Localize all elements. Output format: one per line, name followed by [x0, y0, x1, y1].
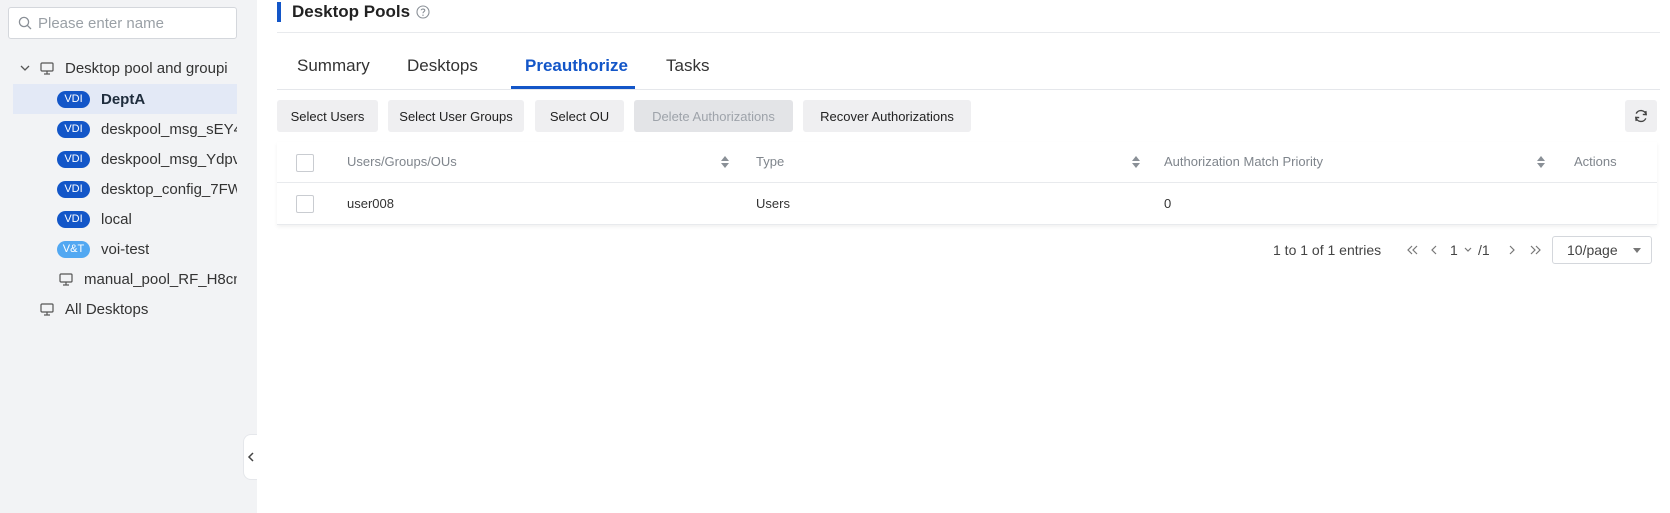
- chevron-down-icon[interactable]: [19, 62, 31, 74]
- total-pages: /1: [1478, 242, 1490, 258]
- sort-icon[interactable]: [720, 154, 730, 170]
- tab-desktops[interactable]: Desktops: [407, 48, 478, 90]
- title-accent-bar: [277, 2, 281, 22]
- sidebar-collapse-toggle[interactable]: [243, 434, 257, 480]
- tree-item-label: local: [101, 210, 132, 228]
- page-title: Desktop Pools: [292, 2, 411, 21]
- tab-tasks[interactable]: Tasks: [666, 48, 709, 90]
- page-size-value: 10/page: [1567, 242, 1618, 258]
- refresh-icon: [1635, 109, 1647, 123]
- monitor-icon: [59, 272, 73, 286]
- tree-item-deskpool-msg-ydpv[interactable]: VDI deskpool_msg_Ydpv: [13, 144, 237, 174]
- row-checkbox[interactable]: [296, 195, 314, 213]
- last-page-icon[interactable]: [1529, 243, 1543, 257]
- tree-item-all-desktops[interactable]: All Desktops: [13, 294, 237, 324]
- recover-authorizations-button[interactable]: Recover Authorizations: [803, 100, 971, 132]
- first-page-icon[interactable]: [1405, 243, 1419, 257]
- next-page-icon[interactable]: [1507, 243, 1517, 257]
- tree-item-depta[interactable]: VDI DeptA: [13, 84, 237, 114]
- search-input[interactable]: [38, 14, 228, 32]
- search-box[interactable]: [8, 7, 237, 39]
- column-header-type[interactable]: Type: [756, 154, 784, 169]
- column-header-users-groups-ous[interactable]: Users/Groups/OUs: [347, 154, 457, 169]
- tree-item-voi-test[interactable]: V&T voi-test: [13, 234, 237, 264]
- sidebar: Desktop pool and groupi VDI DeptA VDI de…: [0, 0, 257, 513]
- divider: [277, 32, 1660, 33]
- select-users-button[interactable]: Select Users: [277, 100, 378, 132]
- tree-root-label: Desktop pool and groupi: [65, 59, 228, 77]
- vdi-badge: VDI: [57, 180, 90, 198]
- tab-summary[interactable]: Summary: [297, 48, 370, 90]
- help-icon[interactable]: [416, 5, 430, 19]
- tree-item-desktop-config-7fw[interactable]: VDI desktop_config_7FW: [13, 174, 237, 204]
- vdi-badge: VDI: [57, 120, 90, 138]
- page-size-select[interactable]: 10/page: [1552, 236, 1652, 264]
- tree-root-desktop-pool-and-groups[interactable]: Desktop pool and groupi: [13, 53, 237, 83]
- tree-item-label: deskpool_msg_sEY4: [101, 120, 237, 138]
- page-title-bar: Desktop Pools: [277, 2, 430, 22]
- sort-icon[interactable]: [1536, 154, 1546, 170]
- cell-priority: 0: [1164, 196, 1172, 211]
- tree-item-label: manual_pool_RF_H8cn: [84, 270, 237, 288]
- chevron-left-icon: [247, 452, 254, 462]
- tree-item-manual-pool[interactable]: manual_pool_RF_H8cn: [13, 264, 237, 294]
- column-header-actions: Actions: [1574, 154, 1617, 169]
- prev-page-icon[interactable]: [1429, 243, 1439, 257]
- tree-item-label: voi-test: [101, 240, 150, 258]
- vt-badge: V&T: [57, 240, 90, 258]
- select-user-groups-button[interactable]: Select User Groups: [388, 100, 524, 132]
- tab-bar: Summary Desktops Preauthorize Tasks: [277, 48, 1660, 90]
- refresh-button[interactable]: [1625, 100, 1657, 132]
- tree-item-local[interactable]: VDI local: [13, 204, 237, 234]
- cell-name: user008: [347, 196, 394, 211]
- monitor-icon: [40, 61, 54, 75]
- tree-item-label: desktop_config_7FW: [101, 180, 237, 198]
- main-content: Desktop Pools Summary Desktops Preauthor…: [257, 0, 1670, 513]
- vdi-badge: VDI: [57, 150, 90, 168]
- active-tab-indicator: [511, 86, 635, 89]
- chevron-down-icon[interactable]: [1463, 245, 1473, 255]
- tree-item-label: All Desktops: [65, 300, 149, 318]
- monitor-icon: [40, 302, 54, 316]
- pagination-summary: 1 to 1 of 1 entries: [1273, 242, 1382, 258]
- column-header-authorization-match-priority[interactable]: Authorization Match Priority: [1164, 154, 1323, 169]
- search-icon: [18, 16, 32, 30]
- tree-item-label: DeptA: [101, 90, 146, 108]
- tree-item-label: deskpool_msg_Ydpv: [101, 150, 237, 168]
- vdi-badge: VDI: [57, 90, 90, 108]
- vdi-badge: VDI: [57, 210, 90, 228]
- cell-type: Users: [756, 196, 790, 211]
- select-ou-button[interactable]: Select OU: [535, 100, 624, 132]
- tree-item-deskpool-msg-sey4[interactable]: VDI deskpool_msg_sEY4: [13, 114, 237, 144]
- table-header: Users/Groups/OUs Type Authorization Matc…: [277, 142, 1657, 183]
- caret-down-icon: [1633, 248, 1641, 253]
- tab-preauthorize[interactable]: Preauthorize: [525, 48, 628, 90]
- delete-authorizations-button[interactable]: Delete Authorizations: [634, 100, 793, 132]
- select-all-checkbox[interactable]: [296, 154, 314, 172]
- current-page[interactable]: 1: [1450, 242, 1458, 258]
- sort-icon[interactable]: [1131, 154, 1141, 170]
- authorization-table: Users/Groups/OUs Type Authorization Matc…: [277, 142, 1657, 225]
